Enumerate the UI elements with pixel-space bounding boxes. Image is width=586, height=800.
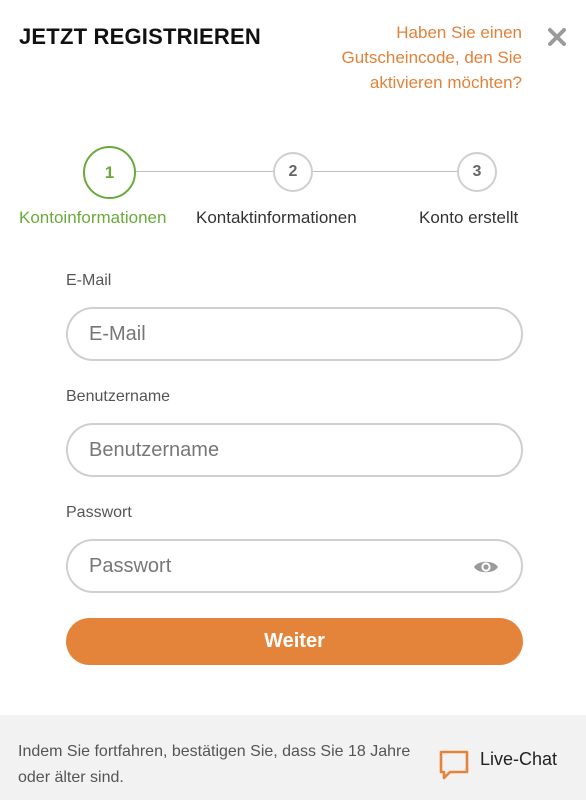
stepper-line: [313, 171, 457, 172]
username-label: Benutzername: [66, 388, 171, 405]
step-2-label: Kontaktinformationen: [196, 208, 357, 227]
step-3-circle: 3: [457, 152, 497, 192]
step-1-number: 1: [104, 162, 115, 182]
password-field-wrapper: [66, 539, 523, 593]
livechat-button[interactable]: Live-Chat: [438, 749, 557, 783]
stepper-line: [136, 171, 273, 172]
password-input[interactable]: [89, 553, 469, 579]
step-1-label: Kontoinformationen: [19, 208, 167, 227]
email-label: E-Mail: [66, 272, 112, 289]
email-input[interactable]: [89, 321, 469, 347]
step-1-circle: 1: [83, 146, 136, 199]
livechat-label: Live-Chat: [480, 749, 558, 769]
username-field-wrapper: [66, 423, 523, 477]
eye-icon[interactable]: [473, 557, 499, 577]
step-3-number: 3: [472, 163, 482, 180]
step-2-circle: 2: [273, 152, 313, 192]
step-2-number: 2: [288, 163, 298, 180]
footer: Indem Sie fortfahren, bestätigen Sie, da…: [0, 715, 586, 800]
username-input[interactable]: [89, 437, 469, 463]
page-title: JETZT REGISTRIEREN: [19, 24, 261, 49]
age-notice: Indem Sie fortfahren, bestätigen Sie, da…: [18, 743, 411, 786]
registration-stepper: 1 2 3 Kontoinformationen Kontaktinformat…: [0, 146, 586, 236]
email-field-wrapper: [66, 307, 523, 361]
chat-bubble-icon: [439, 750, 469, 780]
step-3-label: Konto erstellt: [419, 208, 519, 227]
continue-button[interactable]: Weiter: [66, 618, 523, 665]
voucher-code-link[interactable]: Haben Sie einen Gutscheincode, den Sie a…: [282, 20, 522, 95]
password-label: Passwort: [66, 504, 132, 521]
close-icon[interactable]: [546, 26, 568, 48]
